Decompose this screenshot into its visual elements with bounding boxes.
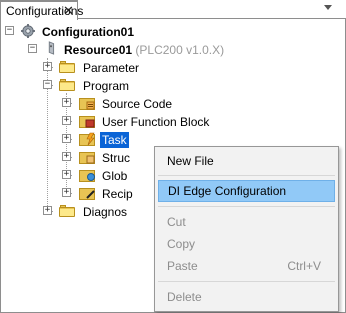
chevron-down-icon[interactable] (324, 5, 332, 10)
tree-node-recipe[interactable]: Recip (102, 186, 133, 202)
recipe-folder-icon (79, 188, 95, 200)
gear-icon (21, 24, 35, 38)
resource-name: Resource01 (64, 43, 133, 57)
task-folder-icon (79, 132, 95, 146)
expand-toggle[interactable]: + (43, 62, 52, 71)
function-block-folder-icon (79, 116, 95, 128)
tree-node-source-code[interactable]: Source Code (102, 96, 172, 112)
menu-item-shortcut: Ctrl+V (287, 259, 321, 273)
menu-item-paste[interactable]: Paste Ctrl+V (158, 255, 335, 277)
menu-item-copy[interactable]: Copy (158, 233, 335, 255)
resource-meta: (PLC200 v1.0.X) (135, 43, 225, 57)
expand-toggle[interactable]: + (62, 188, 71, 197)
tab-configurations[interactable]: Configurations ✕ (0, 0, 83, 20)
folder-icon (59, 205, 75, 217)
menu-item-label: New File (167, 154, 214, 168)
expand-toggle[interactable]: + (62, 170, 71, 179)
global-folder-icon (79, 170, 95, 182)
tree-node-resource[interactable]: Resource01 (PLC200 v1.0.X) (64, 42, 224, 58)
plc-device-icon (48, 41, 55, 55)
expand-toggle[interactable]: + (62, 116, 71, 125)
menu-item-cut[interactable]: Cut (158, 211, 335, 233)
tab-bar: Configurations ✕ (0, 0, 346, 20)
expand-toggle[interactable]: + (43, 206, 52, 215)
tree-node-diagnostics[interactable]: Diagnos (83, 204, 127, 220)
menu-separator (158, 206, 335, 207)
tree-node-global[interactable]: Glob (102, 168, 127, 184)
menu-item-label: DI Edge Configuration (168, 184, 287, 198)
source-code-folder-icon (79, 98, 95, 110)
expand-toggle[interactable]: + (62, 134, 71, 143)
collapse-toggle[interactable]: − (5, 26, 14, 35)
tree-node-parameter[interactable]: Parameter (83, 60, 139, 76)
expand-toggle[interactable]: + (62, 98, 71, 107)
menu-item-delete[interactable]: Delete (158, 286, 335, 308)
close-icon[interactable]: ✕ (63, 3, 74, 19)
menu-separator (158, 175, 335, 176)
context-menu: New File DI Edge Configuration Cut Copy … (154, 146, 339, 312)
tree-node-configuration[interactable]: Configuration01 (42, 24, 134, 40)
menu-separator (158, 281, 335, 282)
menu-item-label: Delete (167, 290, 202, 304)
menu-item-label: Cut (167, 215, 186, 229)
expand-toggle[interactable]: + (62, 152, 71, 161)
menu-item-di-edge-configuration[interactable]: DI Edge Configuration (158, 180, 335, 202)
struct-folder-icon (79, 152, 95, 164)
menu-item-label: Copy (167, 237, 196, 251)
folder-open-icon (59, 79, 75, 91)
tree-node-program[interactable]: Program (83, 78, 129, 94)
folder-icon (59, 61, 75, 73)
menu-item-new-file[interactable]: New File (158, 150, 335, 172)
collapse-toggle[interactable]: − (28, 44, 37, 53)
tree-node-struct[interactable]: Struc (102, 150, 130, 166)
collapse-toggle[interactable]: − (43, 80, 52, 89)
menu-item-label: Paste (167, 259, 198, 273)
tree-node-user-function-block[interactable]: User Function Block (102, 114, 209, 130)
tree-node-task[interactable]: Task (100, 132, 129, 148)
